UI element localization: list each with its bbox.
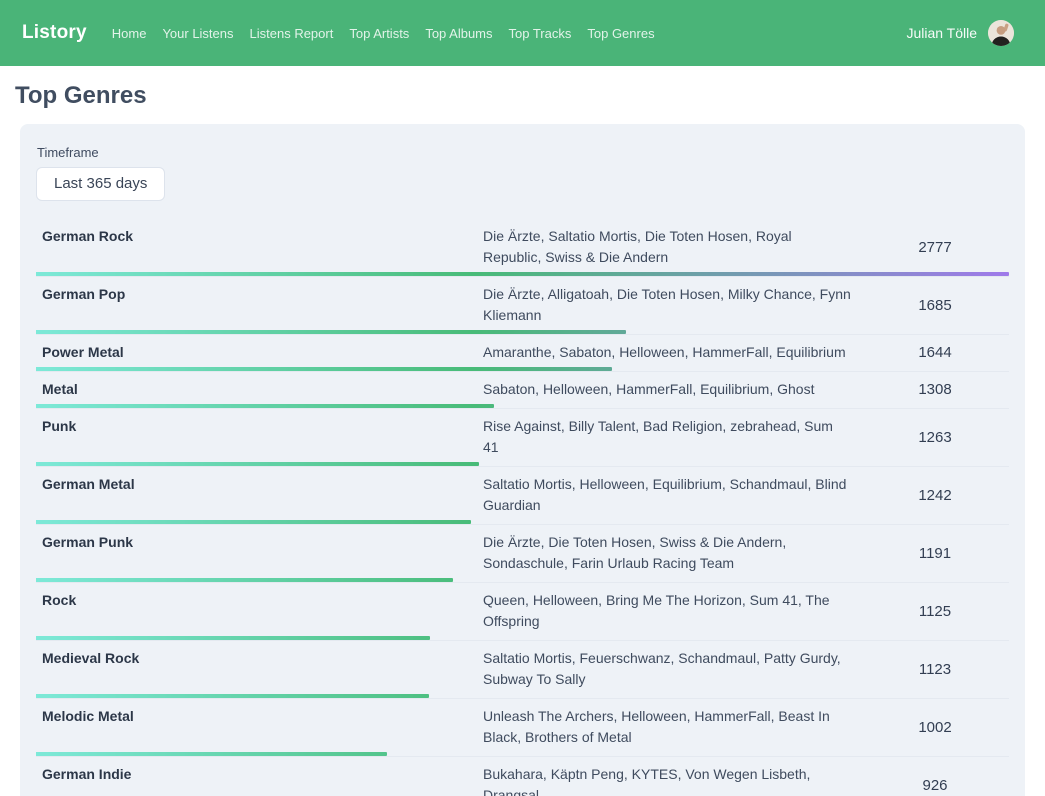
genre-count: 1002 xyxy=(853,719,1003,736)
genre-bar xyxy=(36,578,453,582)
genre-bar-track xyxy=(36,636,1009,640)
brand-logo[interactable]: Listory xyxy=(22,22,87,44)
genre-artists: Die Ärzte, Alligatoah, Die Toten Hosen, … xyxy=(483,284,853,326)
genre-bar xyxy=(36,330,626,334)
genre-artists: Rise Against, Billy Talent, Bad Religion… xyxy=(483,416,853,458)
genre-count: 1191 xyxy=(853,545,1003,562)
genre-bar-track xyxy=(36,367,1009,371)
genre-artists: Saltatio Mortis, Helloween, Equilibrium,… xyxy=(483,474,853,516)
genre-bar-track xyxy=(36,694,1009,698)
genre-row: Medieval RockSaltatio Mortis, Feuerschwa… xyxy=(36,641,1009,699)
genre-bar-track xyxy=(36,462,1009,466)
genre-count: 2777 xyxy=(853,239,1003,256)
genre-count: 1308 xyxy=(853,381,1003,398)
genre-bar-track xyxy=(36,272,1009,276)
genre-count: 1644 xyxy=(853,344,1003,361)
genre-row: German PunkDie Ärzte, Die Toten Hosen, S… xyxy=(36,525,1009,583)
genre-name: Rock xyxy=(42,590,483,611)
genre-row: German PopDie Ärzte, Alligatoah, Die Tot… xyxy=(36,277,1009,335)
genre-name: Metal xyxy=(42,379,483,400)
genre-count: 1263 xyxy=(853,429,1003,446)
genre-row: PunkRise Against, Billy Talent, Bad Reli… xyxy=(36,409,1009,467)
genre-bar xyxy=(36,462,479,466)
genre-bar-track xyxy=(36,752,1009,756)
genre-name: German Indie xyxy=(42,764,483,785)
top-genres-card: Timeframe Last 365 days German RockDie Ä… xyxy=(20,124,1025,796)
timeframe-select[interactable]: Last 365 days xyxy=(36,167,165,201)
genre-artists: Unleash The Archers, Helloween, HammerFa… xyxy=(483,706,853,748)
genre-bar xyxy=(36,636,430,640)
nav-item-top-artists[interactable]: Top Artists xyxy=(349,26,409,41)
genre-name: Melodic Metal xyxy=(42,706,483,727)
genre-bar xyxy=(36,694,429,698)
genre-count: 1242 xyxy=(853,487,1003,504)
user-name: Julian Tölle xyxy=(906,25,977,41)
user-avatar-icon[interactable] xyxy=(988,20,1014,46)
genre-row: German IndieBukahara, Käptn Peng, KYTES,… xyxy=(36,757,1009,796)
genre-bar xyxy=(36,404,494,408)
genre-artists: Bukahara, Käptn Peng, KYTES, Von Wegen L… xyxy=(483,764,853,796)
genre-bar-track xyxy=(36,330,1009,334)
genres-table: German RockDie Ärzte, Saltatio Mortis, D… xyxy=(36,219,1009,796)
genre-name: German Rock xyxy=(42,226,483,247)
genre-row: MetalSabaton, Helloween, HammerFall, Equ… xyxy=(36,372,1009,409)
genre-bar xyxy=(36,520,471,524)
genre-artists: Sabaton, Helloween, HammerFall, Equilibr… xyxy=(483,379,853,400)
genre-count: 926 xyxy=(853,777,1003,794)
genre-count: 1125 xyxy=(853,603,1003,620)
genre-artists: Die Ärzte, Die Toten Hosen, Swiss & Die … xyxy=(483,532,853,574)
nav-item-top-albums[interactable]: Top Albums xyxy=(425,26,492,41)
genre-row: Power MetalAmaranthe, Sabaton, Helloween… xyxy=(36,335,1009,372)
genre-row: RockQueen, Helloween, Bring Me The Horiz… xyxy=(36,583,1009,641)
genre-row: Melodic MetalUnleash The Archers, Hellow… xyxy=(36,699,1009,757)
nav-item-home[interactable]: Home xyxy=(112,26,147,41)
nav-item-top-genres[interactable]: Top Genres xyxy=(587,26,654,41)
genre-artists: Saltatio Mortis, Feuerschwanz, Schandmau… xyxy=(483,648,853,690)
genre-name: German Metal xyxy=(42,474,483,495)
genre-name: German Pop xyxy=(42,284,483,305)
genre-bar xyxy=(36,367,612,371)
user-menu[interactable]: Julian Tölle xyxy=(906,20,1014,46)
genre-name: Power Metal xyxy=(42,342,483,363)
genre-row: German RockDie Ärzte, Saltatio Mortis, D… xyxy=(36,219,1009,277)
nav-item-your-listens[interactable]: Your Listens xyxy=(162,26,233,41)
genre-name: Medieval Rock xyxy=(42,648,483,669)
nav-item-listens-report[interactable]: Listens Report xyxy=(250,26,334,41)
genre-count: 1123 xyxy=(853,661,1003,678)
genre-bar xyxy=(36,272,1009,276)
genre-artists: Die Ärzte, Saltatio Mortis, Die Toten Ho… xyxy=(483,226,853,268)
navbar: Listory Home Your Listens Listens Report To… xyxy=(0,0,1045,66)
genre-count: 1685 xyxy=(853,297,1003,314)
nav-items: Home Your Listens Listens Report Top Artist… xyxy=(112,26,655,41)
page-title: Top Genres xyxy=(15,82,1025,110)
genre-artists: Amaranthe, Sabaton, Helloween, HammerFal… xyxy=(483,342,853,363)
genre-artists: Queen, Helloween, Bring Me The Horizon, … xyxy=(483,590,853,632)
main-content: Top Genres Timeframe Last 365 days Germa… xyxy=(0,82,1045,796)
genre-name: German Punk xyxy=(42,532,483,553)
genre-row: German MetalSaltatio Mortis, Helloween, … xyxy=(36,467,1009,525)
timeframe-label: Timeframe xyxy=(37,145,1009,160)
genre-bar-track xyxy=(36,404,1009,408)
genre-name: Punk xyxy=(42,416,483,437)
genre-bar-track xyxy=(36,520,1009,524)
nav-item-top-tracks[interactable]: Top Tracks xyxy=(509,26,572,41)
genre-bar xyxy=(36,752,387,756)
genre-bar-track xyxy=(36,578,1009,582)
